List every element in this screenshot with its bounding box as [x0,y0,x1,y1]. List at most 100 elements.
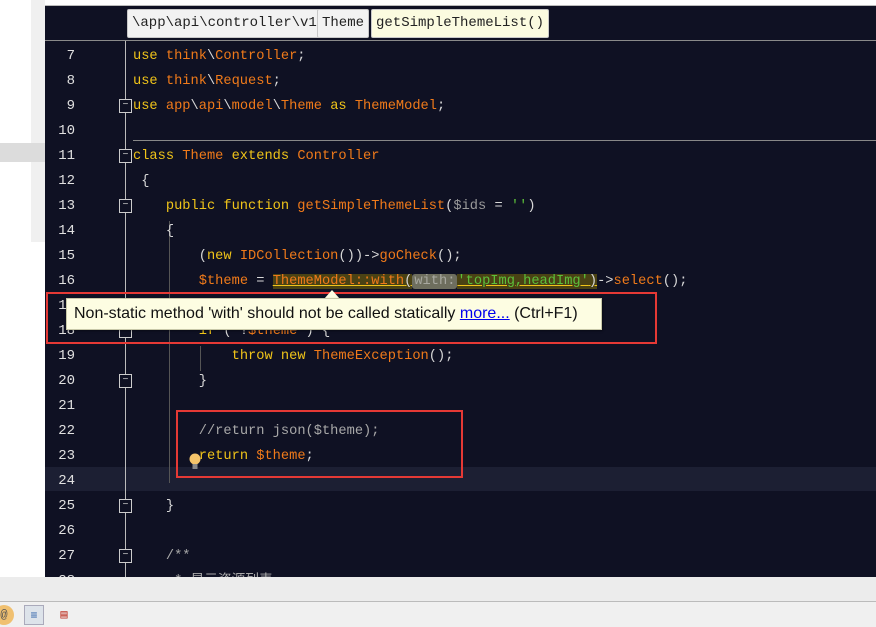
code-token: } [198,374,207,389]
code-token: new [206,249,240,264]
code-token: api [198,99,224,114]
status-bar [0,577,876,602]
parameter-hint: with: [412,274,458,289]
fold-marker-icon[interactable]: − [119,549,132,563]
line-number: 27 [58,548,75,564]
code-token: } [165,499,175,514]
code-token: Controller [297,149,380,164]
code-token: ThemeException [313,349,429,364]
code-token: \ [206,74,216,89]
code-token: app [165,99,191,114]
code-line: use think\Controller; [133,44,306,69]
code-line: { [166,219,174,244]
breadcrumb: \app\api\controller\v1 Theme getSimpleTh… [45,6,876,41]
code-token: -> [597,274,614,289]
code-token: (); [436,249,462,264]
line-number: 26 [58,523,75,539]
code-token: use [133,74,166,89]
line-number: 20 [58,373,75,389]
code-line: class Theme extends Controller [133,144,379,169]
code-line: use app\api\model\Theme as ThemeModel; [133,94,445,119]
fold-marker-icon[interactable]: − [119,499,132,513]
line-number: 16 [58,273,75,289]
line-number: 21 [58,398,75,414]
code-line: (new IDCollection())->goCheck(); [199,244,462,269]
code-token: ; [272,74,281,89]
line-number: 7 [66,48,75,64]
line-number: 10 [58,123,75,139]
line-numbers-icon[interactable]: ≡ [24,605,44,625]
code-line: throw new ThemeException(); [232,344,454,369]
breadcrumb-method[interactable]: getSimpleThemeList() [371,9,550,38]
line-number: 8 [66,73,75,89]
code-line: } [199,369,207,394]
fold-marker-icon[interactable]: − [119,374,132,388]
code-token: ( [198,249,207,264]
line-number: 22 [58,423,75,439]
indent-guide [200,346,201,371]
inspection-tooltip: Non-static method 'with' should not be c… [66,298,602,330]
line-number: 15 [58,248,75,264]
code-token: \ [272,99,281,114]
panel-scrollbar[interactable] [31,0,45,242]
line-number: 24 [58,473,75,489]
clipboard-icon[interactable]: ▤ [54,605,74,625]
code-token: extends [223,149,298,164]
code-line: $theme = ThemeModel::with(with:'topImg,h… [199,269,688,294]
at-sign-icon[interactable]: @ [0,605,14,625]
line-number: 9 [66,98,75,114]
code-token: ; [297,49,306,64]
code-token: getSimpleThemeList [297,199,446,214]
line-number: 19 [58,348,75,364]
more-link[interactable]: more... [460,305,510,322]
code-token: = [486,199,511,214]
code-token: throw new [231,349,314,364]
code-token: \ [223,99,232,114]
code-token: think [165,49,207,64]
code-token: (); [662,274,688,289]
code-token: '' [510,199,528,214]
code-token: ) [527,199,536,214]
code-token: $ids [453,199,487,214]
line-number: 11 [58,148,75,164]
code-token: select [613,274,663,289]
code-token: Controller [215,49,298,64]
breadcrumb-class[interactable]: Theme [317,9,370,38]
code-token: ) [588,274,598,289]
code-token: ThemeModel::with [272,274,405,289]
code-token: /** [165,549,191,564]
fold-marker-icon[interactable]: − [119,99,132,113]
code-line: public function getSimpleThemeList($ids … [166,194,536,219]
tooltip-message: Non-static method 'with' should not be c… [74,305,460,322]
line-number: 25 [58,498,75,514]
code-token: Theme [280,99,322,114]
code-token: (); [428,349,454,364]
indent-guide [169,221,170,483]
code-token: ; [436,99,446,114]
line-number: 28 [45,569,75,577]
annotation-box-return [176,410,463,478]
code-token: 'topImg,headImg' [457,274,589,289]
fold-marker-icon[interactable]: − [119,149,132,163]
breadcrumb-namespace[interactable]: \app\api\controller\v1 [127,9,322,38]
method-separator [133,140,876,141]
code-token: as [321,99,355,114]
tooltip-shortcut: (Ctrl+F1) [509,305,578,322]
code-token: = [248,274,273,289]
code-token: public function [165,199,298,214]
code-line: } [166,494,174,519]
selected-tree-row[interactable] [0,143,45,162]
code-token: \ [190,99,199,114]
line-number: 13 [58,198,75,214]
code-line: use think\Request; [133,69,281,94]
code-line: /** [166,544,191,569]
code-token: { [165,224,175,239]
code-token: use [133,99,166,114]
code-token: Theme [182,149,224,164]
fold-marker-icon[interactable]: − [119,199,132,213]
code-token: Request [215,74,273,89]
code-token: think [165,74,207,89]
line-number: 14 [58,223,75,239]
code-line: { [133,169,149,194]
code-token: model [231,99,273,114]
